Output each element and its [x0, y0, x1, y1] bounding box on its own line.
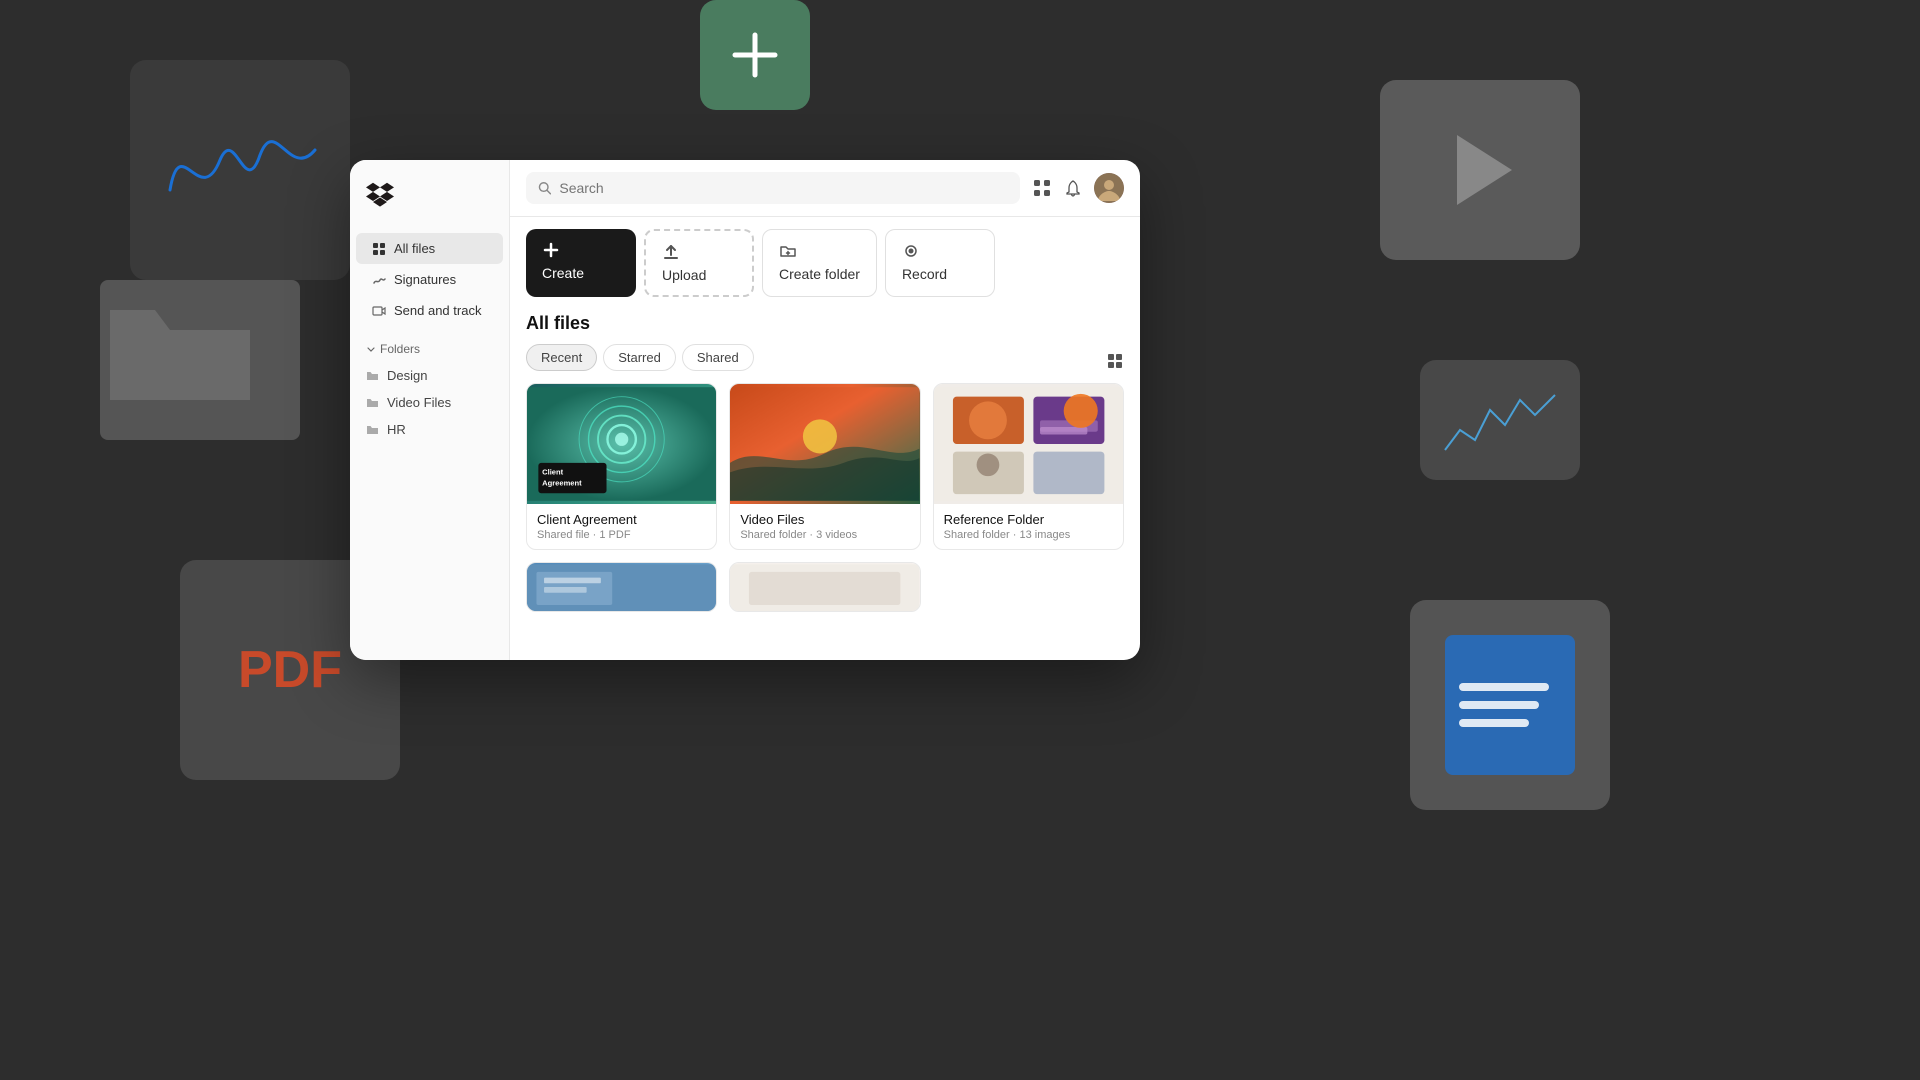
- bg-folder-decor: [100, 280, 300, 440]
- folder-plus-icon: [779, 242, 797, 260]
- sidebar-item-signatures[interactable]: Signatures: [356, 264, 503, 295]
- file-grid: Client Agreement Client Agreement Shared…: [526, 383, 1124, 550]
- bg-play-decor: [1380, 80, 1580, 260]
- record-icon: [902, 242, 920, 260]
- bg-graph-decor: [1420, 360, 1580, 480]
- video-files-folder-label: Video Files: [387, 395, 451, 410]
- video-files-info: Video Files Shared folder · 3 videos: [730, 504, 919, 549]
- main-content: Create Upload Create folder: [510, 160, 1140, 660]
- hr-folder-label: HR: [387, 422, 406, 437]
- bg-signature-decor: [130, 60, 350, 280]
- all-files-label: All files: [394, 241, 435, 256]
- sidebar-item-all-files[interactable]: All files: [356, 233, 503, 264]
- record-button[interactable]: Record: [885, 229, 995, 297]
- file-card-video-files[interactable]: Video Files Shared folder · 3 videos: [729, 383, 920, 550]
- sidebar-folder-hr[interactable]: HR: [350, 416, 509, 443]
- filter-row: Recent Starred Shared: [526, 344, 1124, 383]
- file-card-partial-1[interactable]: [526, 562, 717, 612]
- upload-icon: [662, 243, 680, 261]
- video-files-meta: Shared folder · 3 videos: [740, 529, 909, 541]
- create-folder-button[interactable]: Create folder: [762, 229, 877, 297]
- filter-shared[interactable]: Shared: [682, 344, 754, 371]
- bg-doc-decor: [1410, 600, 1610, 810]
- client-agreement-info: Client Agreement Shared file · 1 PDF: [527, 504, 716, 549]
- send-and-track-label: Send and track: [394, 303, 481, 318]
- sidebar-logo: [350, 176, 509, 233]
- filter-tabs: Recent Starred Shared: [526, 344, 754, 371]
- search-input[interactable]: [559, 180, 1008, 196]
- create-icon: [542, 241, 560, 259]
- folders-label: Folders: [380, 342, 420, 356]
- file-card-partial-2[interactable]: [729, 562, 920, 612]
- file-card-reference-folder[interactable]: Reference Folder Shared folder · 13 imag…: [933, 383, 1124, 550]
- signatures-label: Signatures: [394, 272, 456, 287]
- search-bar[interactable]: [526, 172, 1020, 204]
- user-avatar[interactable]: [1094, 173, 1124, 203]
- create-button[interactable]: Create: [526, 229, 636, 297]
- design-folder-label: Design: [387, 368, 427, 383]
- view-toggle[interactable]: [1106, 352, 1124, 375]
- sidebar-folder-design[interactable]: Design: [350, 362, 509, 389]
- folders-section: Folders: [350, 342, 509, 362]
- reference-folder-thumbnail: [934, 384, 1123, 504]
- sidebar-item-send-and-track[interactable]: Send and track: [356, 295, 503, 326]
- files-title: All files: [526, 313, 1124, 334]
- header-actions: [1032, 173, 1124, 203]
- reference-folder-name: Reference Folder: [944, 512, 1113, 527]
- svg-text:Agreement: Agreement: [542, 479, 582, 488]
- pdf-label: PDF: [238, 640, 342, 700]
- header: [510, 160, 1140, 217]
- reference-folder-meta: Shared folder · 13 images: [944, 529, 1113, 541]
- file-grid-bottom: [526, 562, 1124, 612]
- client-agreement-name: Client Agreement: [537, 512, 706, 527]
- filter-recent[interactable]: Recent: [526, 344, 597, 371]
- filter-starred[interactable]: Starred: [603, 344, 676, 371]
- video-files-name: Video Files: [740, 512, 909, 527]
- file-card-client-agreement[interactable]: Client Agreement Client Agreement Shared…: [526, 383, 717, 550]
- reference-folder-info: Reference Folder Shared folder · 13 imag…: [934, 504, 1123, 549]
- video-files-thumbnail: [730, 384, 919, 504]
- main-modal: All files Signatures Send and track Fold…: [350, 160, 1140, 660]
- client-agreement-meta: Shared file · 1 PDF: [537, 529, 706, 541]
- grid-view-icon: [1106, 352, 1124, 370]
- sidebar-folder-video-files[interactable]: Video Files: [350, 389, 509, 416]
- apps-icon[interactable]: [1032, 178, 1052, 198]
- bell-icon[interactable]: [1064, 179, 1082, 197]
- upload-button[interactable]: Upload: [644, 229, 754, 297]
- files-section: All files Recent Starred Shared: [510, 309, 1140, 660]
- sidebar: All files Signatures Send and track Fold…: [350, 160, 510, 660]
- client-agreement-thumbnail: Client Agreement: [527, 384, 716, 504]
- svg-text:Client: Client: [542, 467, 563, 476]
- search-icon: [538, 181, 551, 195]
- bg-plus-decor: [700, 0, 810, 110]
- action-buttons: Create Upload Create folder: [510, 217, 1140, 309]
